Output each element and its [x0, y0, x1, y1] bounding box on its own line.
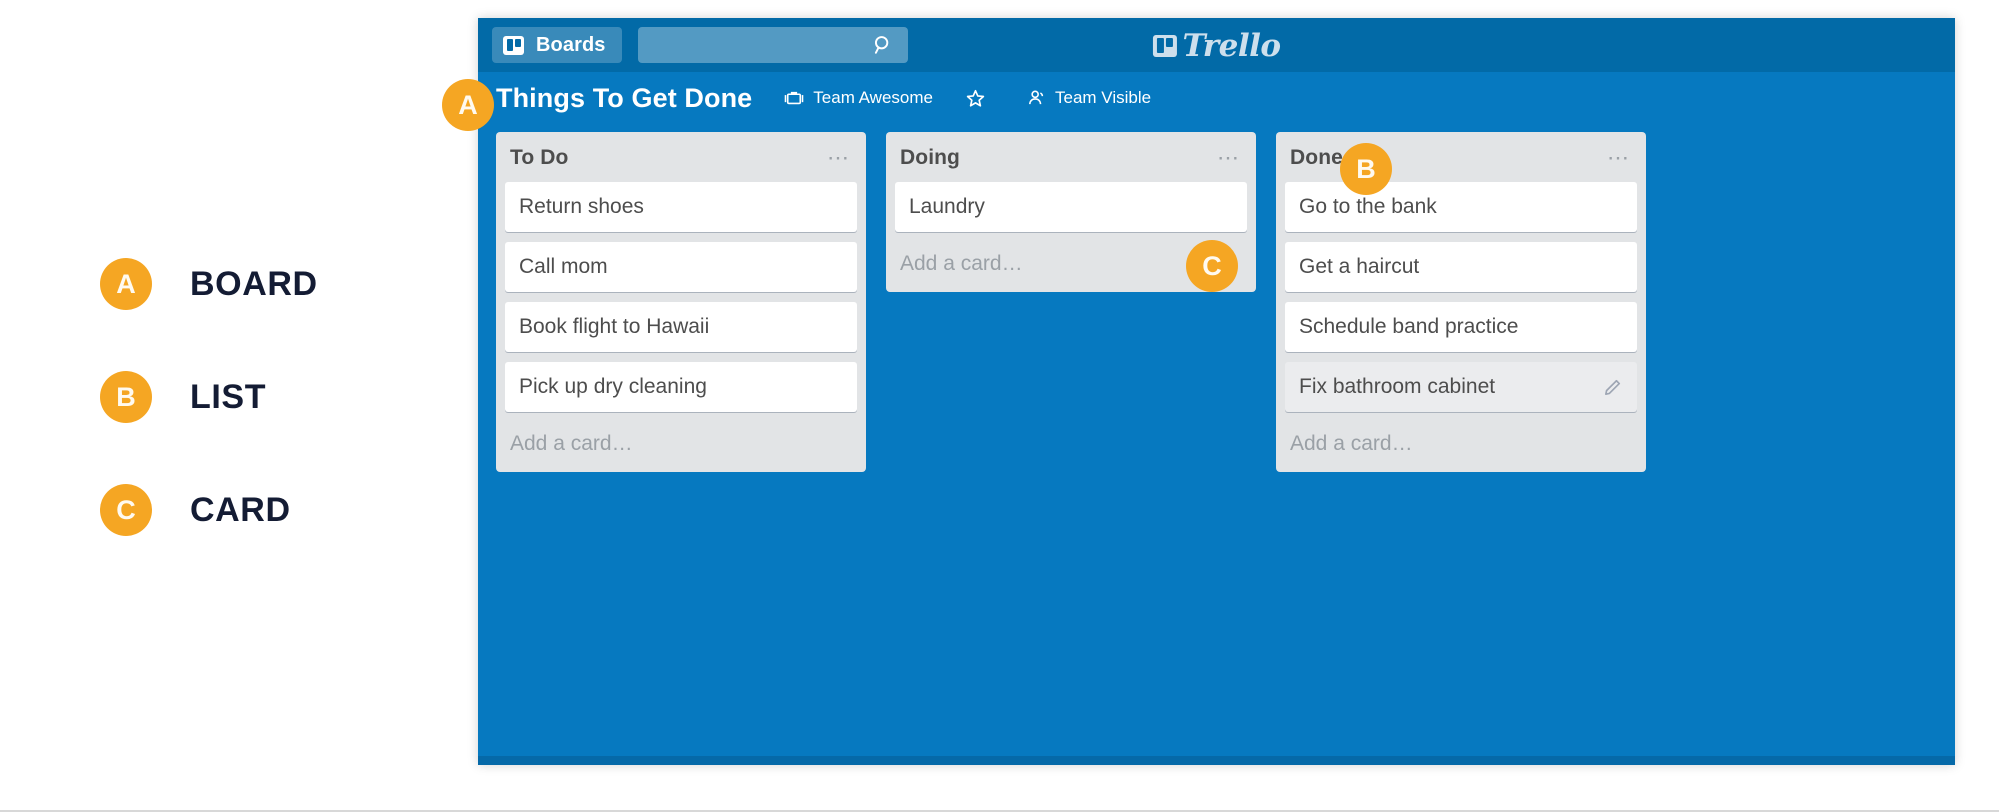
card-title: Get a haircut — [1299, 255, 1420, 278]
legend-label-board: BOARD — [190, 264, 318, 303]
card[interactable]: Call mom — [505, 242, 857, 292]
board-header: Things To Get Done Team Awesome Team Vis… — [478, 72, 1955, 124]
card-hovered[interactable]: Fix bathroom cabinet — [1285, 362, 1637, 412]
team-visible-icon — [1026, 88, 1046, 108]
legend-item-board: A BOARD — [100, 255, 430, 313]
board-team-label: Team Awesome — [813, 88, 933, 107]
pencil-icon[interactable] — [1602, 377, 1623, 398]
trello-board-icon — [1152, 35, 1177, 57]
card[interactable]: Pick up dry cleaning — [505, 362, 857, 412]
boards-button[interactable]: Boards — [492, 27, 622, 63]
card[interactable]: Laundry — [895, 182, 1247, 232]
trello-wordmark: Trello — [1182, 28, 1281, 64]
ellipsis-icon[interactable]: ⋯ — [1215, 147, 1242, 169]
card-title: Schedule band practice — [1299, 315, 1519, 338]
list-title[interactable]: To Do — [510, 146, 568, 170]
card-title: Return shoes — [519, 195, 644, 218]
add-card-button[interactable]: Add a card… — [496, 422, 866, 464]
callout-badge-a: A — [442, 79, 494, 131]
star-icon — [965, 88, 985, 108]
card-title: Book flight to Hawaii — [519, 315, 710, 338]
search-input[interactable] — [645, 27, 875, 63]
callout-badge-b: B — [1340, 143, 1392, 195]
app-bottom-strip — [478, 756, 1955, 765]
card[interactable]: Get a haircut — [1285, 242, 1637, 292]
search-box[interactable] — [637, 27, 908, 63]
ellipsis-icon[interactable]: ⋯ — [825, 147, 852, 169]
card-title: Fix bathroom cabinet — [1299, 375, 1496, 398]
list-header: Done ⋯ — [1276, 132, 1646, 182]
card-title: Go to the bank — [1299, 195, 1437, 218]
briefcase-icon — [784, 88, 804, 108]
trello-logo: Trello — [1152, 28, 1281, 64]
card-title: Call mom — [519, 255, 608, 278]
card-title: Pick up dry cleaning — [519, 375, 707, 398]
legend-badge-c: C — [100, 484, 152, 536]
card[interactable]: Return shoes — [505, 182, 857, 232]
legend: A BOARD B LIST C CARD — [100, 255, 430, 539]
legend-badge-b: B — [100, 371, 152, 423]
card[interactable]: Schedule band practice — [1285, 302, 1637, 352]
legend-item-list: B LIST — [100, 368, 430, 426]
board-star-button[interactable] — [965, 88, 994, 108]
list-to-do: To Do ⋯ Return shoes Call mom Book fligh… — [496, 132, 866, 472]
board-lists-area: To Do ⋯ Return shoes Call mom Book fligh… — [478, 124, 1955, 472]
legend-label-card: CARD — [190, 490, 291, 529]
board-visibility-label: Team Visible — [1055, 88, 1152, 107]
list-header: Doing ⋯ — [886, 132, 1256, 182]
search-icon[interactable] — [872, 34, 894, 56]
top-navigation-bar: Boards Trello — [478, 18, 1955, 72]
list-done: Done ⋯ Go to the bank Get a haircut Sche… — [1276, 132, 1646, 472]
card-title: Laundry — [909, 195, 985, 218]
list-header: To Do ⋯ — [496, 132, 866, 182]
list-title[interactable]: Doing — [900, 146, 960, 170]
board-visibility-button[interactable]: Team Visible — [1026, 88, 1151, 108]
legend-item-card: C CARD — [100, 481, 430, 539]
ellipsis-icon[interactable]: ⋯ — [1605, 147, 1632, 169]
board-title[interactable]: Things To Get Done — [496, 83, 752, 114]
board-icon — [503, 35, 524, 55]
legend-badge-a: A — [100, 258, 152, 310]
boards-button-label: Boards — [536, 33, 606, 56]
board-team-button[interactable]: Team Awesome — [784, 88, 933, 108]
callout-badge-c: C — [1186, 240, 1238, 292]
list-title[interactable]: Done — [1290, 146, 1343, 170]
legend-label-list: LIST — [190, 377, 267, 416]
card[interactable]: Book flight to Hawaii — [505, 302, 857, 352]
card[interactable]: Go to the bank — [1285, 182, 1637, 232]
add-card-button[interactable]: Add a card… — [1276, 422, 1646, 464]
trello-app-window: Boards Trello Things To Get Done Team Aw… — [478, 18, 1955, 765]
